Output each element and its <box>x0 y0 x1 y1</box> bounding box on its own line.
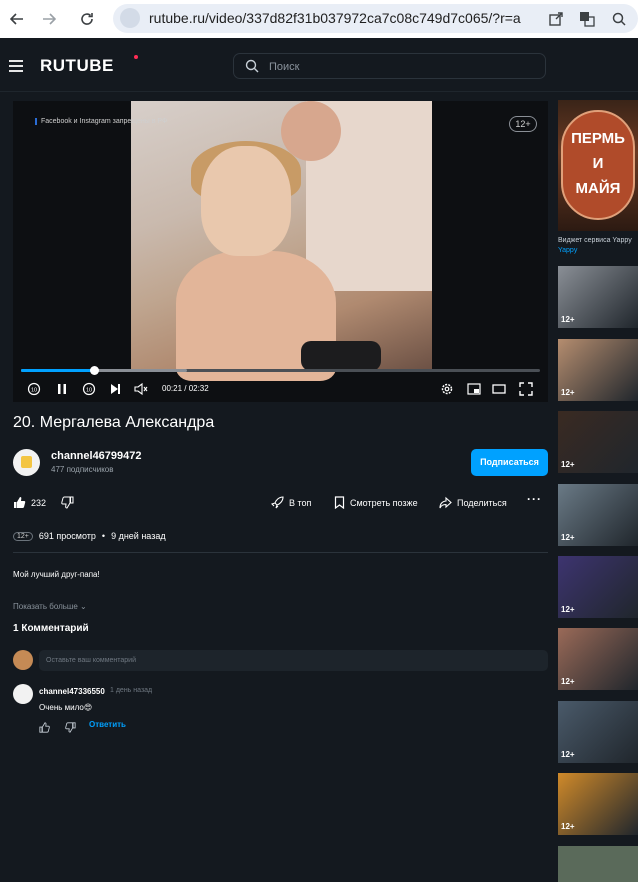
reload-icon[interactable] <box>76 8 98 30</box>
comment-author[interactable]: channel47336550 <box>39 687 105 696</box>
promo-line-3: МАЙЯ <box>575 180 621 197</box>
sidebar-video-thumb[interactable]: 12+ <box>558 339 638 401</box>
next-icon[interactable] <box>108 382 122 396</box>
site-info-icon[interactable] <box>120 8 140 28</box>
thumbs-down-icon <box>61 496 74 509</box>
meta-separator: • <box>101 531 106 541</box>
video-frame[interactable] <box>131 101 432 381</box>
progress-bar[interactable] <box>21 366 540 375</box>
overlay-notice: Facebook и Instagram запрещены в РФ <box>35 118 167 125</box>
sidebar-video-thumb[interactable]: 12+ <box>558 484 638 546</box>
comment-time: 1 день назад <box>110 687 153 694</box>
pause-icon[interactable] <box>55 382 69 396</box>
sidebar-video-thumb[interactable] <box>558 846 638 882</box>
sidebar-age-badge: 12+ <box>561 677 575 686</box>
miniplayer-icon[interactable] <box>467 382 481 396</box>
open-external-icon[interactable] <box>545 8 567 30</box>
translate-icon[interactable] <box>576 8 598 30</box>
fullscreen-icon[interactable] <box>519 382 533 396</box>
promo-line-2: И <box>592 155 604 172</box>
search-icon <box>245 59 259 73</box>
show-more-label: Показать больше <box>13 602 78 611</box>
progress-knob[interactable] <box>89 366 99 375</box>
video-player[interactable]: Facebook и Instagram запрещены в РФ 12+ … <box>13 101 548 402</box>
like-button[interactable]: 232 <box>13 496 46 509</box>
sidebar-video-thumb[interactable]: 12+ <box>558 773 638 835</box>
played-bar <box>21 369 94 372</box>
subscriber-count: 477 подписчиков <box>51 465 114 474</box>
channel-name[interactable]: channel46799472 <box>51 450 142 462</box>
browser-toolbar: rutube.ru/video/337d82f31b037972ca7c08c7… <box>0 0 638 38</box>
sidebar-age-badge: 12+ <box>561 750 575 759</box>
subscribe-button[interactable]: Подписаться <box>471 449 548 476</box>
comment-placeholder: Оставьте ваш комментарий <box>46 657 136 664</box>
sidebar-video-thumb[interactable]: 12+ <box>558 701 638 763</box>
sidebar-age-badge: 12+ <box>561 605 575 614</box>
promo-caption-link[interactable]: Yappy <box>558 247 577 254</box>
top-label: В топ <box>289 497 312 508</box>
zoom-icon[interactable] <box>608 8 630 30</box>
back-icon[interactable] <box>6 8 28 30</box>
watch-later-label: Смотреть позже <box>350 497 418 508</box>
top-button[interactable]: В топ <box>271 496 311 509</box>
my-avatar <box>13 650 33 670</box>
age-rating-small: 12+ <box>13 531 33 541</box>
chevron-down-icon: ⌄ <box>80 602 87 611</box>
video-meta: 12+ 691 просмотр • 9 дней назад <box>13 531 166 541</box>
sidebar-age-badge: 12+ <box>561 388 575 397</box>
comment-text: Очень мило😍 <box>39 703 93 712</box>
sidebar-video-thumb[interactable]: 12+ <box>558 411 638 473</box>
promo-line-1: ПЕРМЬ <box>571 130 625 147</box>
rocket-icon <box>271 496 284 509</box>
mute-icon[interactable] <box>134 382 148 396</box>
time-display: 00:21 / 02:32 <box>162 384 209 393</box>
view-count: 691 просмотр <box>38 531 96 541</box>
settings-icon[interactable] <box>440 382 454 396</box>
channel-avatar[interactable] <box>13 449 40 476</box>
sidebar-video-thumb[interactable]: 12+ <box>558 556 638 618</box>
promo-caption: Виджет сервиса Yappy <box>558 237 632 244</box>
menu-icon[interactable] <box>9 60 23 72</box>
reply-button[interactable]: Ответить <box>89 720 126 729</box>
logo[interactable]: RUTUBE <box>40 56 114 76</box>
sidebar-age-badge: 12+ <box>561 315 575 324</box>
search-placeholder: Поиск <box>269 61 300 73</box>
sidebar-age-badge: 12+ <box>561 460 575 469</box>
more-options-icon[interactable]: ··· <box>527 492 542 506</box>
svg-text:10: 10 <box>31 388 37 394</box>
share-icon <box>439 496 452 509</box>
video-title: 20. Мергалева Александра <box>13 414 215 431</box>
show-more-button[interactable]: Показать больше ⌄ <box>13 602 87 611</box>
sidebar-age-badge: 12+ <box>561 822 575 831</box>
comment-like-icon[interactable] <box>39 720 50 738</box>
watch-later-button[interactable]: Смотреть позже <box>334 496 418 509</box>
rewind-10-icon[interactable]: 10 <box>27 382 41 396</box>
forward-icon[interactable] <box>38 8 60 30</box>
age-rating-badge: 12+ <box>509 116 537 132</box>
sidebar-video-thumb[interactable]: 12+ <box>558 628 638 690</box>
sidebar-promo-card[interactable]: ПЕРМЬ И МАЙЯ <box>558 100 638 231</box>
logo-dot <box>134 55 138 59</box>
url-text[interactable]: rutube.ru/video/337d82f31b037972ca7c08c7… <box>149 10 521 26</box>
share-button[interactable]: Поделиться <box>439 496 507 509</box>
theater-mode-icon[interactable] <box>492 382 506 396</box>
forward-10-icon[interactable]: 10 <box>82 382 96 396</box>
comment-dislike-icon[interactable] <box>65 720 76 738</box>
sidebar-age-badge: 12+ <box>561 533 575 542</box>
comments-title: 1 Комментарий <box>13 623 89 634</box>
publish-date: 9 дней назад <box>111 531 166 541</box>
svg-text:10: 10 <box>86 388 92 394</box>
bookmark-icon <box>334 496 345 509</box>
thumbs-up-icon <box>14 497 26 508</box>
divider <box>13 552 548 553</box>
share-label: Поделиться <box>457 497 507 508</box>
video-description: Мой лучший друг-папа! <box>13 570 100 579</box>
dislike-button[interactable] <box>61 496 74 509</box>
comment-avatar[interactable] <box>13 684 33 704</box>
like-count: 232 <box>31 497 47 508</box>
sidebar-video-thumb[interactable]: 12+ <box>558 266 638 328</box>
